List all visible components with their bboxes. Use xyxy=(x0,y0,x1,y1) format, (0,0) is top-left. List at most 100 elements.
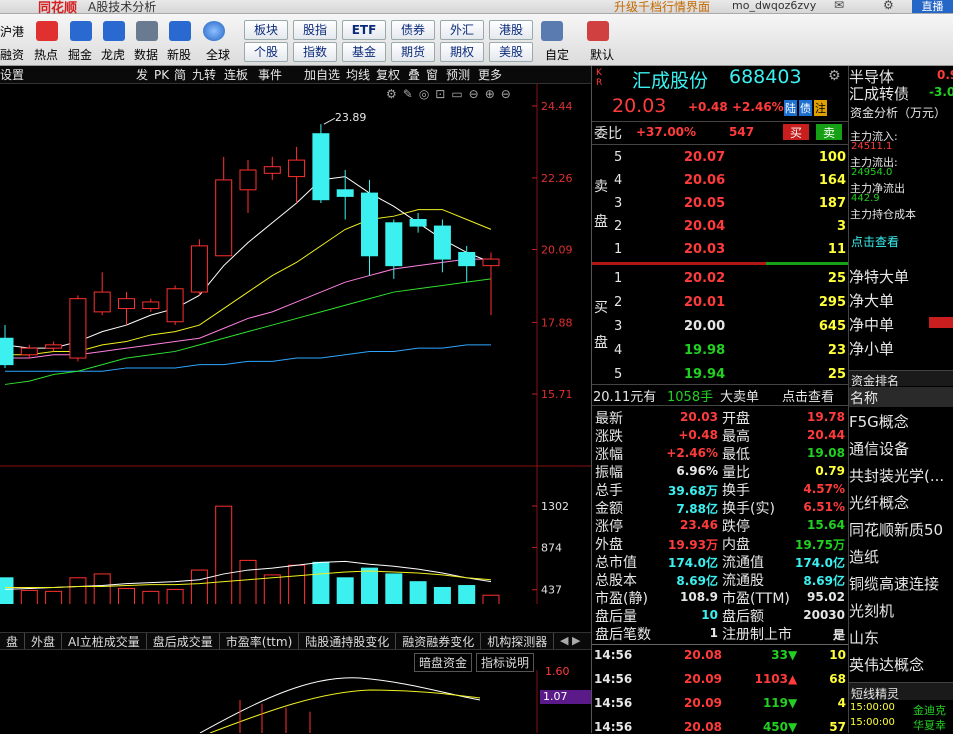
menu-nine[interactable]: 九转 xyxy=(192,66,216,84)
tab-margin[interactable]: 融资融券变化 xyxy=(396,633,482,649)
hot-icon[interactable] xyxy=(36,21,58,41)
margin-button[interactable]: 融资 xyxy=(0,46,24,63)
custom-button[interactable]: 自定 xyxy=(545,46,569,63)
menu-window[interactable]: 窗 xyxy=(426,66,438,84)
forex-button[interactable]: 外汇 xyxy=(440,20,484,40)
main-toolbar: 沪港 融资 热点 掘金 龙虎 数据 新股 全球 板块 股指 ETF 债券 外汇 … xyxy=(0,14,953,66)
menu-more[interactable]: 更多 xyxy=(478,66,502,84)
tab-ai-volume[interactable]: AI立桩成交量 xyxy=(62,633,147,649)
dig-gold-icon[interactable] xyxy=(70,21,92,41)
bond-button[interactable]: 债券 xyxy=(391,20,435,40)
big-order-link[interactable]: 点击查看 xyxy=(782,386,834,405)
home-icon[interactable] xyxy=(587,21,609,41)
rank-item[interactable]: 铜缆高速连接 xyxy=(849,573,939,594)
menu-fa[interactable]: 发 xyxy=(136,66,148,84)
options-button[interactable]: 期权 xyxy=(440,42,484,62)
net-flow-item[interactable]: 净小单 xyxy=(849,338,894,359)
ask-price: 20.06 xyxy=(684,173,726,188)
default-button[interactable]: 默认 xyxy=(590,46,614,63)
tab-outer[interactable]: 外盘 xyxy=(25,633,63,649)
menu-ma[interactable]: 均线 xyxy=(346,66,370,84)
short-time: 15:00:00 xyxy=(850,717,895,728)
volume-tick-label: 437 xyxy=(541,584,562,597)
us-stock-button[interactable]: 美股 xyxy=(489,42,533,62)
candle-body xyxy=(336,189,354,197)
rank-item[interactable]: 通信设备 xyxy=(849,438,909,459)
menu-overlay[interactable]: 叠 xyxy=(408,66,420,84)
kline-chart[interactable]: 24.44 22.26 20.09 17.88 15.71 23.89 1302 874 437… xyxy=(0,84,591,604)
tab-northbound[interactable]: 陆股通持股变化 xyxy=(299,633,397,649)
new-stock-icon[interactable] xyxy=(169,21,191,41)
dig-gold-button[interactable]: 掘金 xyxy=(68,46,92,63)
menu-add-watch[interactable]: 加自选 xyxy=(304,66,340,84)
settings-gear-icon[interactable]: ⚙ xyxy=(828,68,841,84)
rank-item[interactable]: 光刻机 xyxy=(849,600,894,621)
individual-stock-button[interactable]: 个股 xyxy=(244,42,288,62)
username[interactable]: mo_dwqoz6zvy xyxy=(732,0,816,12)
rank-item[interactable]: 英伟达概念 xyxy=(849,654,924,675)
rank-item[interactable]: F5G概念 xyxy=(849,411,909,432)
candle-body xyxy=(239,169,257,191)
dragon-tiger-icon[interactable] xyxy=(103,21,125,41)
settings-icon[interactable]: ⚙ xyxy=(883,0,894,12)
big-order-label: 大卖单 xyxy=(720,390,760,405)
custom-icon[interactable] xyxy=(541,21,563,41)
mail-icon[interactable]: ✉ xyxy=(834,0,844,12)
stat-value: 15.64 xyxy=(807,518,845,532)
etf-button[interactable]: ETF xyxy=(342,20,386,40)
net-flow-item[interactable]: 净大单 xyxy=(849,290,894,311)
rank-item[interactable]: 同花顺新质50 xyxy=(849,519,943,540)
rank-item[interactable]: 共封装光学(... xyxy=(849,465,944,486)
tag-registration[interactable]: 注 xyxy=(814,100,827,116)
tab-institution[interactable]: 机构探测器 xyxy=(481,633,555,649)
rank-item[interactable]: 光纤概念 xyxy=(849,492,909,513)
stock-name: 汇成股份 xyxy=(632,70,709,92)
hot-button[interactable]: 热点 xyxy=(34,46,58,63)
net-flow-item[interactable]: 净中单 xyxy=(849,314,894,335)
tag-hk-connect[interactable]: 陆 xyxy=(784,100,797,116)
tag-bond[interactable]: 债 xyxy=(799,100,812,116)
tab-scroll-icon[interactable]: ◀ ▶ xyxy=(560,634,580,647)
global-button[interactable]: 全球 xyxy=(206,46,230,63)
stat-label: 流通股 xyxy=(722,573,764,589)
menu-predict[interactable]: 预测 xyxy=(446,66,470,84)
settings-label[interactable]: 设置 xyxy=(0,66,24,84)
fund-link[interactable]: 点击查看 xyxy=(851,233,899,250)
hk-connect-button[interactable]: 沪港 xyxy=(0,23,24,40)
net-flow-item[interactable]: 净特大单 xyxy=(849,266,909,287)
buy-button[interactable]: 买 xyxy=(783,124,809,140)
menu-pk[interactable]: PK xyxy=(154,66,169,84)
futures-button[interactable]: 期货 xyxy=(391,42,435,62)
rank-item[interactable]: 造纸 xyxy=(849,546,879,567)
sector-button[interactable]: 板块 xyxy=(244,20,288,40)
rank-item[interactable]: 山东 xyxy=(849,627,879,648)
short-stock[interactable]: 金迪克 xyxy=(913,702,946,718)
kr-badge: K R xyxy=(596,68,603,88)
tab-pe-ttm[interactable]: 市盈率(ttm) xyxy=(220,633,300,649)
net-mid-bar xyxy=(929,317,953,328)
menu-event[interactable]: 事件 xyxy=(258,66,282,84)
live-button[interactable]: 直播 xyxy=(912,0,953,13)
dragon-tiger-button[interactable]: 龙虎 xyxy=(101,46,125,63)
data-button[interactable]: 数据 xyxy=(134,46,158,63)
globe-icon[interactable] xyxy=(203,21,225,41)
index-button[interactable]: 指数 xyxy=(293,42,337,62)
menu-simple[interactable]: 简 xyxy=(174,66,186,84)
menu-limit-up[interactable]: 连板 xyxy=(224,66,248,84)
new-stock-button[interactable]: 新股 xyxy=(167,46,191,63)
data-icon[interactable] xyxy=(136,21,158,41)
stock-index-button[interactable]: 股指 xyxy=(293,20,337,40)
upgrade-link[interactable]: 升级千档行情界面 xyxy=(614,0,710,15)
tab-after-volume[interactable]: 盘后成交量 xyxy=(147,633,220,649)
price-change: +0.48 xyxy=(688,100,728,114)
sell-button[interactable]: 卖 xyxy=(816,124,842,140)
bond-name[interactable]: 汇成转债 xyxy=(849,83,909,104)
fund-button[interactable]: 基金 xyxy=(342,42,386,62)
hk-stock-button[interactable]: 港股 xyxy=(489,20,533,40)
volume-bar xyxy=(433,586,451,604)
short-stock[interactable]: 华夏幸 xyxy=(913,717,946,733)
candle-body xyxy=(190,245,208,293)
volume-bar xyxy=(482,594,500,604)
menu-adjust[interactable]: 复权 xyxy=(376,66,400,84)
tab-pan[interactable]: 盘 xyxy=(0,633,26,649)
